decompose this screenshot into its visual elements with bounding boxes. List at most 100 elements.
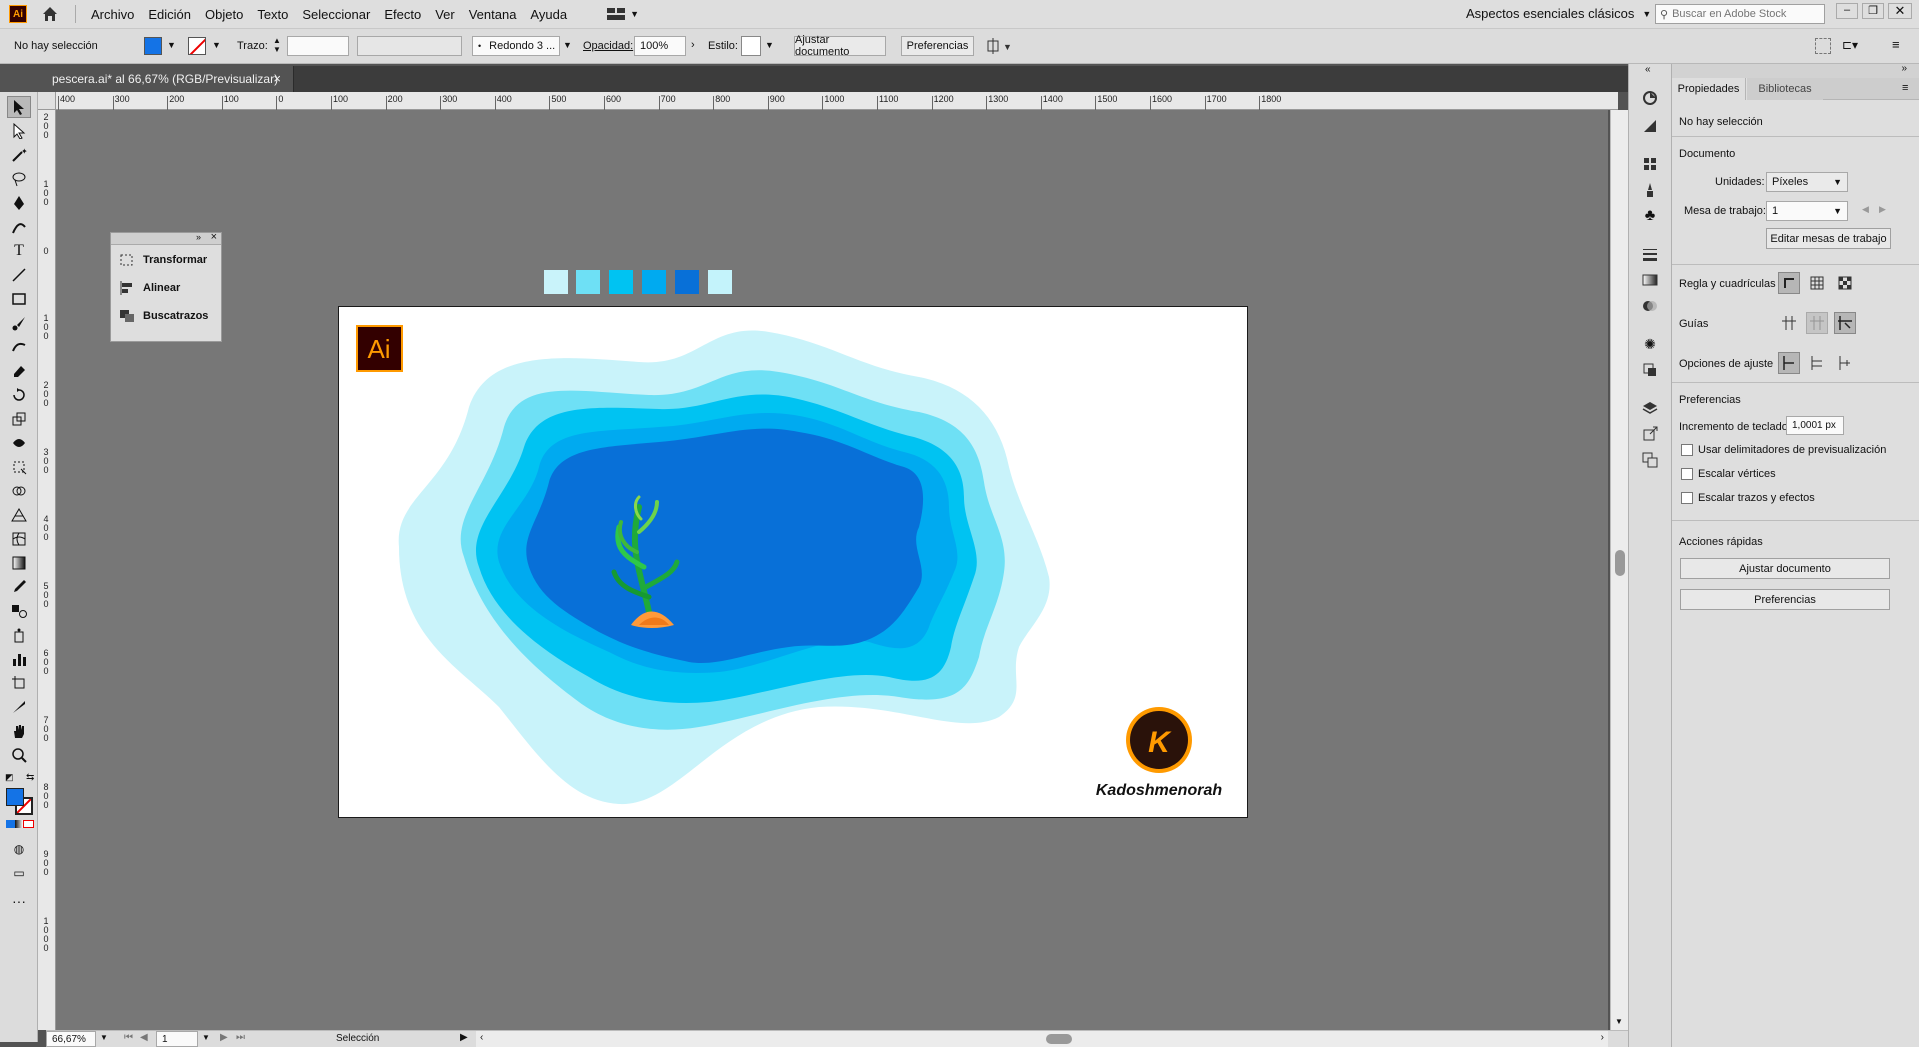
menu-texto[interactable]: Texto <box>250 7 295 22</box>
curvature-tool-icon[interactable] <box>7 216 31 238</box>
line-tool-icon[interactable] <box>7 264 31 286</box>
transparency-grid-icon[interactable] <box>1834 272 1856 294</box>
chevron-down-icon[interactable]: ▼ <box>100 1033 108 1042</box>
zoom-level-field[interactable]: 66,67% <box>46 1031 96 1047</box>
style-swatch[interactable] <box>741 36 761 56</box>
isolation-icon[interactable] <box>1815 38 1831 54</box>
perspective-grid-tool-icon[interactable] <box>7 504 31 526</box>
type-tool-icon[interactable]: T <box>7 240 31 262</box>
opacity-field[interactable]: 100% <box>634 36 686 56</box>
scroll-thumb[interactable] <box>1615 550 1625 576</box>
horizontal-scroll-track[interactable]: ‹ › <box>476 1031 1608 1047</box>
swatch[interactable] <box>609 270 633 294</box>
gradient-tool-icon[interactable] <box>7 552 31 574</box>
use-preview-bounds-checkbox[interactable] <box>1681 444 1693 456</box>
stroke-weight-field[interactable] <box>287 36 349 56</box>
panel-menu-icon[interactable]: ≡ <box>1892 37 1900 52</box>
arrange-documents-icon[interactable]: ▼ <box>606 7 639 21</box>
scale-strokes-checkbox[interactable] <box>1681 492 1693 504</box>
prev-artboard-icon[interactable]: ◀ <box>140 1032 148 1043</box>
symbols-icon[interactable]: ♣ <box>1639 206 1661 226</box>
menu-objeto[interactable]: Objeto <box>198 7 250 22</box>
window-close-button[interactable]: ✕ <box>1888 3 1912 19</box>
close-icon[interactable]: × <box>273 71 281 86</box>
symbol-sprayer-tool-icon[interactable] <box>7 624 31 646</box>
swatch[interactable] <box>576 270 600 294</box>
align-panel-item[interactable]: Alinear <box>119 281 180 295</box>
magic-wand-tool-icon[interactable]: ✦ <box>7 144 31 166</box>
grid-toggle-icon[interactable] <box>1806 272 1828 294</box>
menu-edicion[interactable]: Edición <box>141 7 198 22</box>
stroke-panel-icon[interactable] <box>1639 244 1661 264</box>
shaper-tool-icon[interactable] <box>7 336 31 358</box>
chevron-down-icon[interactable]: ▼ <box>563 40 572 50</box>
paintbrush-tool-icon[interactable] <box>7 312 31 334</box>
column-graph-tool-icon[interactable] <box>7 648 31 670</box>
panel-collapse-bar[interactable]: » <box>1672 63 1919 78</box>
graphic-styles-icon[interactable] <box>1639 360 1661 380</box>
last-artboard-icon[interactable]: ⏭ <box>236 1032 245 1043</box>
panel-menu-icon[interactable]: ≡ <box>1902 82 1908 94</box>
key-increment-field[interactable]: 1,0001 px <box>1786 416 1844 435</box>
ruler-corner[interactable] <box>38 92 56 110</box>
arrange-panel-icon[interactable]: ⊏▾ <box>1842 38 1858 52</box>
color-guide-icon[interactable] <box>1639 88 1661 108</box>
window-restore-button[interactable]: ❐ <box>1862 3 1884 19</box>
transform-options-icon[interactable]: ▼ <box>986 38 1012 54</box>
appearance-icon[interactable]: ✺ <box>1639 334 1661 354</box>
menu-seleccionar[interactable]: Seleccionar <box>295 7 377 22</box>
zoom-tool-icon[interactable] <box>7 744 31 766</box>
lasso-tool-icon[interactable] <box>7 168 31 190</box>
snap-to-pixel-icon[interactable] <box>1834 352 1856 374</box>
hand-tool-icon[interactable] <box>7 720 31 742</box>
selection-tool-icon[interactable] <box>7 96 31 118</box>
artboard[interactable]: Ai K Kadoshmenorah <box>338 306 1248 818</box>
color-panel-icon[interactable] <box>1639 116 1661 136</box>
window-minimize-button[interactable]: – <box>1836 3 1858 19</box>
tab-properties[interactable]: Propiedades <box>1672 78 1746 100</box>
width-tool-icon[interactable] <box>7 432 31 454</box>
tab-libraries[interactable]: Bibliotecas <box>1747 78 1823 100</box>
artboard-number-field[interactable]: 1 <box>156 1031 198 1047</box>
chevron-down-icon[interactable]: ▼ <box>765 40 774 50</box>
rectangle-tool-icon[interactable] <box>7 288 31 310</box>
scroll-left-arrow-icon[interactable]: ‹ <box>480 1032 483 1043</box>
menu-archivo[interactable]: Archivo <box>84 7 141 22</box>
transparency-icon[interactable] <box>1639 296 1661 316</box>
first-artboard-icon[interactable]: ⏮ <box>124 1032 133 1043</box>
screen-mode-icon[interactable]: ▭ <box>7 862 31 884</box>
lock-guides-icon[interactable] <box>1806 312 1828 334</box>
menu-ventana[interactable]: Ventana <box>462 7 524 22</box>
swatch[interactable] <box>642 270 666 294</box>
blend-tool-icon[interactable] <box>7 600 31 622</box>
swatch[interactable] <box>675 270 699 294</box>
brushes-icon[interactable] <box>1639 180 1661 200</box>
swatch[interactable] <box>544 270 568 294</box>
scale-corners-checkbox[interactable] <box>1681 468 1693 480</box>
workspace-switcher[interactable]: Aspectos esenciales clásicos ▼ <box>1466 6 1651 21</box>
scale-tool-icon[interactable] <box>7 408 31 430</box>
swap-colors-icon[interactable]: ⇆ <box>26 772 34 783</box>
snap-to-grid-icon[interactable] <box>1806 352 1828 374</box>
free-transform-tool-icon[interactable] <box>7 456 31 478</box>
close-icon[interactable]: × <box>211 231 217 243</box>
stock-search-input[interactable] <box>1672 8 1813 20</box>
prev-artboard-icon[interactable]: ◀ <box>1862 204 1869 215</box>
collapse-panels-icon[interactable]: « <box>1645 64 1651 75</box>
pen-tool-icon[interactable] <box>7 192 31 214</box>
mesh-tool-icon[interactable] <box>7 528 31 550</box>
fill-color-swatch[interactable] <box>144 37 162 55</box>
eraser-tool-icon[interactable] <box>7 360 31 382</box>
eyedropper-tool-icon[interactable] <box>7 576 31 598</box>
edit-artboards-button[interactable]: Editar mesas de trabajo <box>1766 228 1891 249</box>
document-tab[interactable]: pescera.ai* al 66,67% (RGB/Previsualizar… <box>46 66 294 92</box>
fill-swatch[interactable] <box>6 788 24 806</box>
shape-builder-tool-icon[interactable] <box>7 480 31 502</box>
color-mode-icons[interactable] <box>6 820 35 828</box>
chevron-right-icon[interactable]: › <box>691 39 695 51</box>
home-icon[interactable] <box>41 5 59 23</box>
layers-icon[interactable] <box>1639 398 1661 418</box>
direct-selection-tool-icon[interactable] <box>7 120 31 142</box>
scroll-right-arrow-icon[interactable]: › <box>1601 1032 1604 1043</box>
collapse-icon[interactable]: » <box>1901 63 1907 74</box>
